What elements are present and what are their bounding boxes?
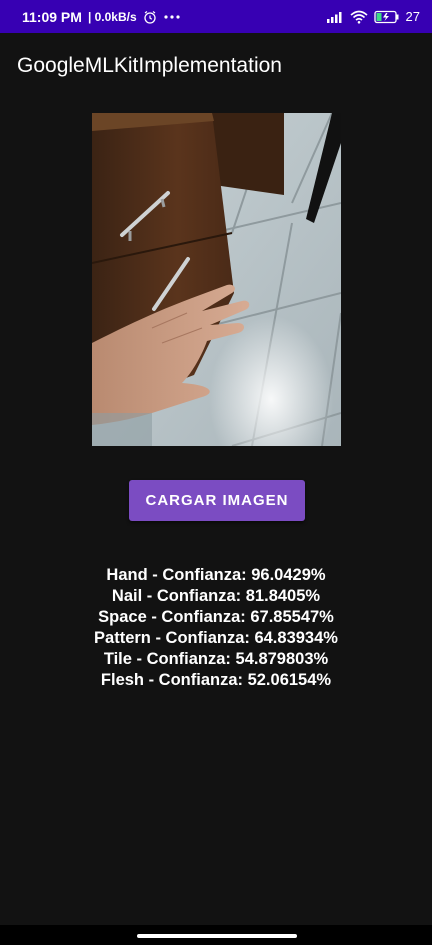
navigation-bar (0, 925, 432, 945)
wifi-icon (350, 10, 368, 24)
captured-image (92, 113, 341, 446)
app-bar: GoogleMLKitImplementation (0, 33, 432, 99)
result-label: Space - Confianza: 67.85547% (98, 608, 334, 626)
app-title: GoogleMLKitImplementation (17, 54, 282, 77)
load-image-button[interactable]: CARGAR IMAGEN (129, 480, 305, 521)
status-bar: 11:09 PM | 0.0kB/s 27 (0, 0, 432, 33)
signal-icon (326, 11, 344, 23)
battery-percent: 27 (405, 9, 420, 24)
result-label: Pattern - Confianza: 64.83934% (94, 629, 338, 647)
result-label: Nail - Confianza: 81.8405% (111, 587, 321, 605)
labels-result-list: Hand - Confianza: 96.0429% Nail - Confia… (0, 565, 432, 691)
status-left: 11:09 PM | 0.0kB/s (22, 9, 181, 25)
result-label: Tile - Confianza: 54.879803% (103, 650, 329, 668)
more-dots-icon (163, 14, 181, 20)
result-label: Hand - Confianza: 96.0429% (106, 566, 326, 584)
home-gesture-handle[interactable] (137, 934, 297, 938)
status-time: 11:09 PM (22, 8, 82, 25)
battery-charging-icon (373, 10, 400, 24)
network-speed: | 0.0kB/s (87, 9, 137, 24)
alarm-icon (143, 10, 157, 24)
result-label: Flesh - Confianza: 52.06154% (100, 671, 332, 689)
status-right: 27 (326, 9, 420, 24)
